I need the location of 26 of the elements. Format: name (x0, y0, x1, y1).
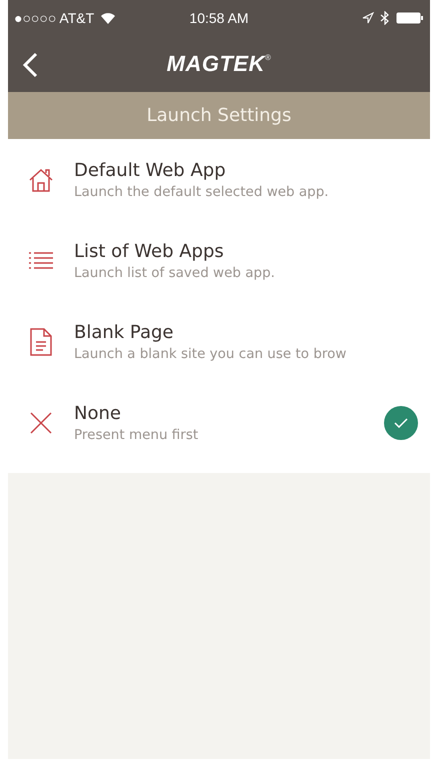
bluetooth-icon (380, 11, 390, 25)
launch-option[interactable]: None Present menu first (8, 382, 430, 463)
option-description: Launch the default selected web app. (74, 184, 330, 200)
launch-option[interactable]: List of Web Apps Launch list of saved web app. (8, 220, 430, 301)
option-description: Launch list of saved web app. (74, 264, 276, 280)
option-title: Default Web App (74, 160, 227, 180)
checkmark-icon (394, 418, 408, 428)
carrier-label: ●○○○○ AT&T (14, 10, 94, 26)
home-icon (28, 166, 54, 192)
launch-option[interactable]: Default Web App Launch the default selected web app. (8, 139, 430, 220)
document-icon (30, 328, 52, 356)
option-title: List of Web Apps (74, 240, 225, 262)
screen-title: Launch Settings (146, 105, 292, 126)
option-title: None (74, 402, 122, 424)
option-title: Blank Page (74, 322, 175, 342)
launch-option[interactable]: Blank Page Launch a blank site you can use to brow (8, 301, 430, 382)
wifi-icon (100, 12, 116, 24)
location-icon (362, 12, 374, 24)
brand-logo: MAGTEK® (166, 51, 272, 77)
list-icon (28, 250, 54, 270)
clock-time: 10:58 AM (189, 10, 249, 26)
close-icon (29, 410, 53, 434)
back-chevron-icon (22, 52, 38, 78)
battery-icon (396, 12, 424, 24)
option-description: Present menu first (74, 426, 200, 442)
option-description: Launch a blank site you can use to brow (74, 346, 348, 362)
